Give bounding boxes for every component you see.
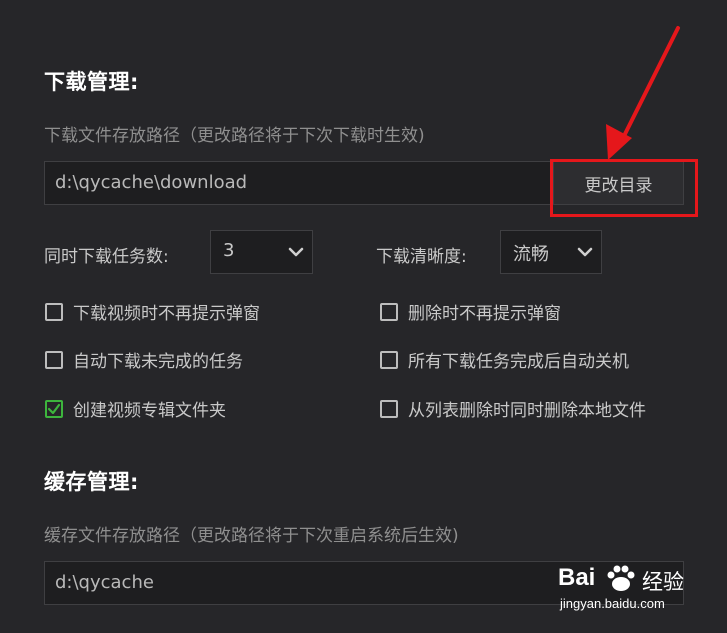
checkbox[interactable] xyxy=(380,350,398,369)
checkbox-label: 所有下载任务完成后自动关机 xyxy=(408,352,629,372)
watermark-suffix: 经验 xyxy=(642,570,684,594)
chevron-down-icon xyxy=(577,247,593,257)
baidu-jingyan-watermark: Bai 经验 jingyan.baidu.com xyxy=(558,562,718,622)
download-quality-label: 下载清晰度: xyxy=(376,247,467,267)
option-no-popup-on-delete[interactable]: 删除时不再提示弹窗 xyxy=(380,299,561,324)
concurrent-tasks-select[interactable]: 3 xyxy=(210,230,313,274)
concurrent-tasks-label: 同时下载任务数: xyxy=(44,247,169,267)
download-quality-select[interactable]: 流畅 xyxy=(500,230,602,274)
watermark-url: jingyan.baidu.com xyxy=(560,596,665,611)
download-path-hint: 下载文件存放路径（更改路径将于下次下载时生效) xyxy=(44,126,425,146)
checkbox[interactable] xyxy=(45,302,63,321)
cache-section-title: 缓存管理: xyxy=(44,470,139,494)
checkbox-label: 删除时不再提示弹窗 xyxy=(408,304,561,324)
download-path-value: d:\qycache\download xyxy=(55,172,248,193)
checkmark-icon xyxy=(47,403,61,414)
checkbox-label: 从列表删除时同时删除本地文件 xyxy=(408,401,646,421)
option-delete-local-files[interactable]: 从列表删除时同时删除本地文件 xyxy=(380,396,646,421)
checkbox[interactable] xyxy=(380,302,398,321)
checkbox[interactable] xyxy=(380,399,398,418)
cache-path-value: d:\qycache xyxy=(55,572,154,593)
checkbox-label: 自动下载未完成的任务 xyxy=(73,352,243,372)
download-quality-value: 流畅 xyxy=(513,244,549,265)
checkbox-checked[interactable] xyxy=(45,399,63,418)
watermark-brand: Bai xyxy=(558,564,596,591)
option-no-popup-on-download[interactable]: 下载视频时不再提示弹窗 xyxy=(45,299,260,324)
annotation-arrow-icon xyxy=(606,26,680,160)
checkbox-label: 创建视频专辑文件夹 xyxy=(73,401,226,421)
option-auto-download-unfinished[interactable]: 自动下载未完成的任务 xyxy=(45,347,243,372)
option-shutdown-after-download[interactable]: 所有下载任务完成后自动关机 xyxy=(380,347,629,372)
cache-path-hint: 缓存文件存放路径（更改路径将于下次重启系统后生效) xyxy=(44,526,459,546)
checkbox-label: 下载视频时不再提示弹窗 xyxy=(73,304,260,324)
chevron-down-icon xyxy=(288,247,304,257)
checkbox[interactable] xyxy=(45,350,63,369)
paw-icon xyxy=(607,565,635,591)
option-create-album-folder[interactable]: 创建视频专辑文件夹 xyxy=(45,396,226,421)
download-section-title: 下载管理: xyxy=(44,70,139,94)
concurrent-tasks-value: 3 xyxy=(223,240,235,261)
annotation-highlight-box xyxy=(550,159,698,217)
